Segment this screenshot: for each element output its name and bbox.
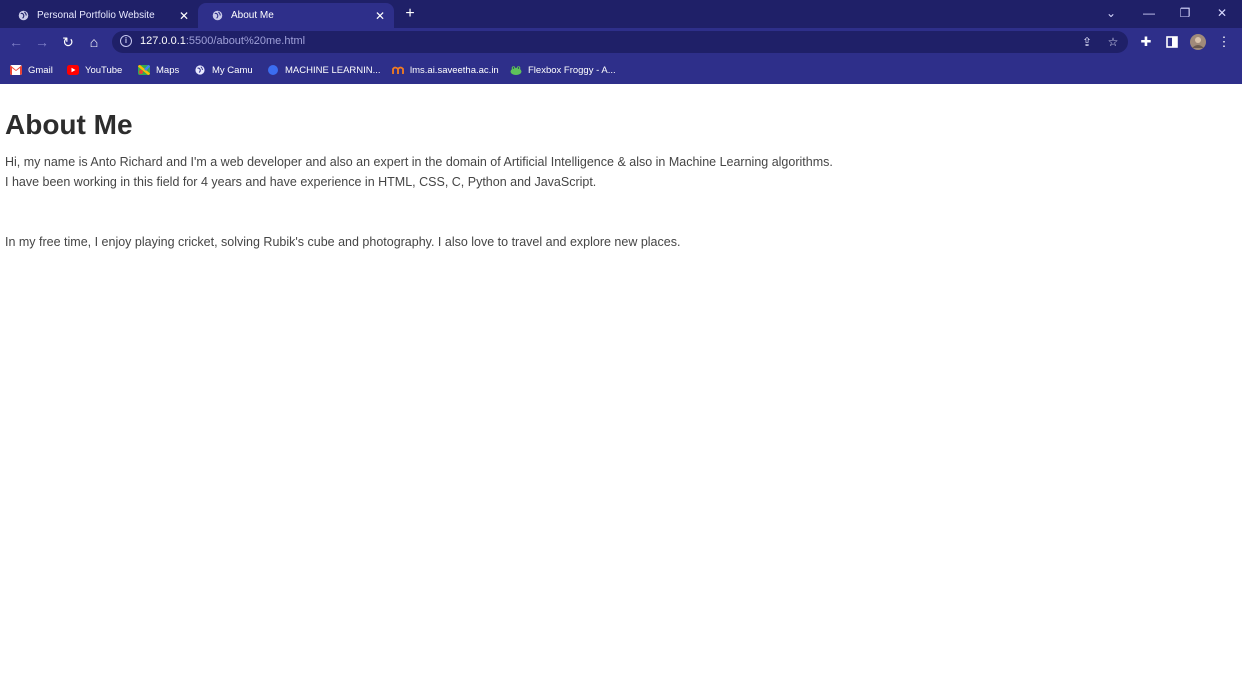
intro-line-1: Hi, my name is Anto Richard and I'm a we… — [5, 155, 833, 169]
page-content: About Me Hi, my name is Anto Richard and… — [5, 84, 1235, 252]
bookmark-machine-learning[interactable]: MACHINE LEARNIN... — [267, 63, 381, 77]
bookmark-lms-saveetha[interactable]: lms.ai.saveetha.ac.in — [392, 63, 499, 77]
globe-icon — [18, 10, 29, 21]
menu-kebab-icon[interactable]: ⋮ — [1215, 33, 1233, 51]
tab-about-me[interactable]: About Me ✕ — [198, 3, 394, 28]
close-window-button[interactable]: ✕ — [1210, 4, 1234, 22]
forward-arrow-icon[interactable]: → — [33, 33, 51, 51]
minimize-button[interactable]: — — [1137, 4, 1161, 22]
tab-title: About Me — [231, 10, 274, 21]
browser-chrome: Personal Portfolio Website ✕ About Me ✕ … — [0, 0, 1242, 84]
gmail-icon — [10, 65, 22, 75]
home-icon[interactable]: ⌂ — [85, 33, 103, 51]
back-arrow-icon[interactable]: ← — [7, 33, 25, 51]
circle-icon — [268, 65, 278, 75]
extensions-puzzle-icon[interactable]: ✚ — [1137, 33, 1155, 51]
bookmark-youtube[interactable]: YouTube — [67, 63, 122, 77]
site-info-icon[interactable]: i — [120, 35, 132, 47]
lms-icon — [392, 66, 404, 74]
side-panel-icon[interactable] — [1163, 33, 1181, 51]
globe-icon — [212, 10, 223, 21]
bookmarks-bar: Gmail YouTube Maps My Camu MACHINE LEARN… — [0, 58, 1242, 82]
tab-search-dropdown-icon[interactable]: ⌄ — [1099, 4, 1123, 22]
globe-icon — [195, 65, 205, 75]
hobbies-paragraph: In my free time, I enjoy playing cricket… — [5, 235, 681, 249]
tab-personal-portfolio[interactable]: Personal Portfolio Website ✕ — [4, 3, 198, 28]
bookmark-flexbox-froggy[interactable]: Flexbox Froggy - A... — [510, 63, 616, 77]
maps-icon — [138, 65, 150, 75]
frog-icon — [510, 66, 522, 75]
reload-icon[interactable]: ↻ — [59, 33, 77, 51]
bookmark-maps[interactable]: Maps — [138, 63, 179, 77]
page-title: About Me — [5, 109, 133, 140]
profile-avatar[interactable] — [1189, 33, 1207, 51]
tab-title: Personal Portfolio Website — [37, 10, 155, 21]
intro-line-2: I have been working in this field for 4 … — [5, 175, 597, 189]
new-tab-button[interactable]: + — [402, 5, 418, 23]
browser-toolbar: ← → ↻ ⌂ i 127.0.0.1:5500/about%20me.html… — [0, 28, 1242, 56]
address-bar[interactable]: i 127.0.0.1:5500/about%20me.html ⇪ ☆ — [112, 31, 1128, 53]
url-text[interactable]: 127.0.0.1:5500/about%20me.html — [140, 35, 305, 47]
share-icon[interactable]: ⇪ — [1078, 33, 1096, 51]
tab-close-icon[interactable]: ✕ — [176, 9, 192, 23]
bookmark-star-icon[interactable]: ☆ — [1104, 33, 1122, 51]
bookmark-my-camu[interactable]: My Camu — [194, 63, 253, 77]
youtube-icon — [67, 65, 79, 75]
restore-button[interactable]: ❐ — [1173, 4, 1197, 22]
bookmark-gmail[interactable]: Gmail — [10, 63, 53, 77]
tab-strip: Personal Portfolio Website ✕ About Me ✕ … — [0, 0, 1242, 28]
tab-close-icon[interactable]: ✕ — [372, 9, 388, 23]
